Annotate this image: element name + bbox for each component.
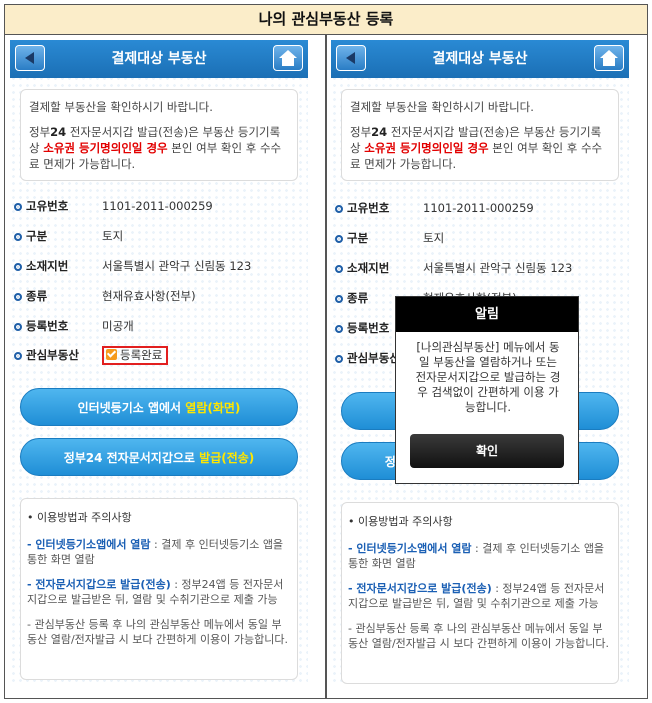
field-row: 구분 토지 xyxy=(14,227,123,245)
phone-screen-left: 결제대상 부동산 결제할 부동산을 확인하시기 바랍니다. 정부24 전자문서지… xyxy=(10,40,308,685)
bullet-icon xyxy=(14,323,22,331)
header-title: 결제대상 부동산 xyxy=(111,51,207,67)
bullet-icon xyxy=(335,325,343,333)
checkbox-checked-icon xyxy=(106,349,117,360)
bullet-icon xyxy=(14,263,22,271)
home-button[interactable] xyxy=(273,45,303,71)
bullet-icon xyxy=(335,355,343,363)
field-row: 구분 토지 xyxy=(335,229,444,247)
back-button[interactable] xyxy=(15,45,45,71)
alert-title: 알림 xyxy=(396,297,578,332)
field-row: 소재지번 서울특별시 관악구 신림동 123 xyxy=(335,259,572,277)
usage-guide: • 이용방법과 주의사항 - 인터넷등기소앱에서 열람 : 결제 후 인터넷등기… xyxy=(20,498,298,680)
bullet-icon xyxy=(14,203,22,211)
bullet-icon xyxy=(335,295,343,303)
registered-badge: 등록완료 xyxy=(102,346,169,365)
header-title: 결제대상 부동산 xyxy=(432,51,528,67)
field-row: 등록번호미공개 xyxy=(14,317,134,335)
app-header: 결제대상 부동산 xyxy=(331,40,629,78)
back-button[interactable] xyxy=(336,45,366,71)
column-divider xyxy=(325,35,327,698)
notice-line1: 결제할 부동산을 확인하시기 바랍니다. xyxy=(29,100,213,114)
field-row: 고유번호 1101-2011-000259 xyxy=(14,197,213,215)
owner-highlight: 소유권 등기명의인일 경우 xyxy=(43,141,168,155)
bullet-icon xyxy=(14,352,22,360)
issue-to-wallet-button[interactable]: 정부24 전자문서지갑으로 발급(전송) xyxy=(20,438,298,476)
field-row: 소재지번 서울특별시 관악구 신림동 123 xyxy=(14,257,251,275)
bullet-icon xyxy=(335,205,343,213)
notice-box: 결제할 부동산을 확인하시기 바랍니다. 정부24 전자문서지갑 발급(전송)은… xyxy=(341,89,619,181)
notice-line1: 결제할 부동산을 확인하시기 바랍니다. xyxy=(350,100,534,114)
bullet-icon xyxy=(14,293,22,301)
page-title: 나의 관심부동산 등록 xyxy=(5,5,647,35)
notice-line2: 정부24 전자문서지갑 발급(전송)은 부동산 등기기록상 소유권 등기명의인일… xyxy=(350,125,603,171)
confirm-button[interactable]: 확인 xyxy=(410,434,564,468)
field-row-interest: 관심부동산 등록완료 xyxy=(14,346,169,365)
bullet-icon xyxy=(14,233,22,241)
home-button[interactable] xyxy=(594,45,624,71)
owner-highlight: 소유권 등기명의인일 경우 xyxy=(364,141,489,155)
bullet-icon xyxy=(335,265,343,273)
app-header: 결제대상 부동산 xyxy=(10,40,308,78)
view-in-app-button[interactable]: 인터넷등기소 앱에서 열람(화면) xyxy=(20,388,298,426)
field-row: 종류현재유효사항(전부) xyxy=(14,287,196,305)
alert-message: [나의관심부동산] 메뉴에서 동일 부동산을 열람하거나 또는 전자문서지갑으로… xyxy=(415,340,561,414)
notice-box: 결제할 부동산을 확인하시기 바랍니다. 정부24 전자문서지갑 발급(전송)은… xyxy=(20,89,298,181)
usage-guide: • 이용방법과 주의사항 - 인터넷등기소앱에서 열람 : 결제 후 인터넷등기… xyxy=(341,502,619,684)
bullet-icon xyxy=(335,235,343,243)
alert-dialog: 알림 [나의관심부동산] 메뉴에서 동일 부동산을 열람하거나 또는 전자문서지… xyxy=(395,296,579,484)
field-row: 고유번호 1101-2011-000259 xyxy=(335,199,534,217)
notice-line2: 정부24 전자문서지갑 발급(전송)은 부동산 등기기록상 소유권 등기명의인일… xyxy=(29,125,282,171)
phone-screen-right: 결제대상 부동산 결제할 부동산을 확인하시기 바랍니다. 정부24 전자문서지… xyxy=(331,40,629,685)
